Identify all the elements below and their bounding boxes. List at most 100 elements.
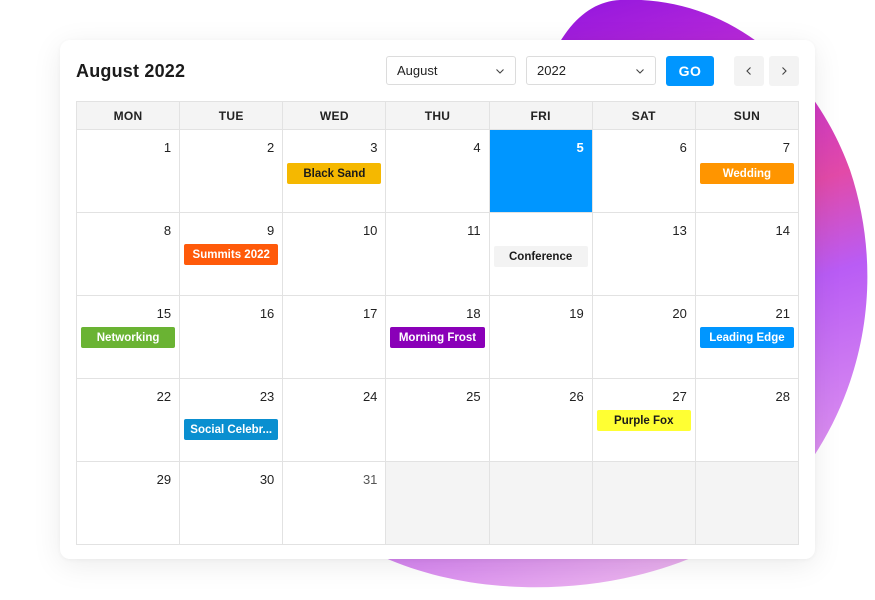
day-cell[interactable]: 4 (385, 129, 490, 213)
day-number: 31 (362, 472, 378, 487)
day-cell[interactable]: 22 (75, 378, 181, 462)
day-number: 10 (362, 223, 378, 238)
event-chip[interactable]: Leading Edge (699, 327, 794, 348)
event-chip[interactable]: Social Celebr... (184, 419, 279, 440)
day-cell[interactable]: 24 (282, 378, 387, 462)
day-cell[interactable]: 13 (591, 212, 696, 296)
day-cell[interactable]: 26 (488, 378, 593, 462)
empty-day-cell (694, 461, 800, 545)
day-number: 30 (259, 472, 275, 487)
calendar-grid: MON TUE WED THU FRI SAT SUN 1 2 3 Black San… (75, 101, 800, 545)
day-cell[interactable]: 7 Wedding (694, 129, 800, 213)
day-cell[interactable]: 16 (179, 295, 284, 379)
day-number: 20 (672, 306, 687, 321)
day-number: 21 (775, 306, 790, 321)
weekday-sun: SUN (694, 101, 800, 130)
day-cell[interactable]: Conference (488, 212, 593, 296)
day-number: 24 (362, 389, 378, 404)
weekday-header-row: MON TUE WED THU FRI SAT SUN (75, 101, 800, 130)
day-number: 29 (156, 472, 172, 487)
day-number: 9 (267, 223, 275, 238)
weekday-mon: MON (75, 101, 181, 130)
year-select[interactable]: 2022 (526, 56, 656, 85)
weekday-thu: THU (385, 101, 490, 130)
day-number: 27 (672, 389, 687, 404)
day-number: 17 (362, 306, 378, 321)
day-cell-today[interactable]: 5 (488, 129, 593, 213)
day-cell[interactable]: 2 (179, 129, 284, 213)
day-cell[interactable]: 14 (694, 212, 800, 296)
event-chip[interactable]: Purple Fox (596, 410, 691, 431)
day-cell[interactable]: 10 (282, 212, 387, 296)
chevron-right-icon (782, 67, 787, 75)
weekday-wed: WED (282, 101, 387, 130)
week-row: 22 23 Social Celebr... 24 25 26 27 Purple Fox 28 (75, 378, 800, 462)
empty-day-cell (591, 461, 696, 545)
day-number: 18 (466, 306, 481, 321)
day-cell[interactable]: 21 Leading Edge (694, 295, 800, 379)
day-number: 19 (569, 306, 584, 321)
day-cell[interactable]: 3 Black Sand (282, 129, 387, 213)
day-number: 22 (156, 389, 172, 404)
day-number: 25 (466, 389, 481, 404)
day-cell[interactable]: 18 Morning Frost (385, 295, 490, 379)
month-select[interactable]: August (386, 56, 516, 85)
day-cell[interactable]: 25 (385, 378, 490, 462)
day-number: 5 (576, 140, 584, 155)
day-number: 14 (775, 223, 790, 238)
day-cell[interactable]: 17 (282, 295, 387, 379)
year-select-value: 2022 (537, 63, 566, 78)
day-number: 28 (775, 389, 790, 404)
chevron-left-icon (746, 67, 751, 75)
week-row: 8 9 Summits 2022 10 11 Conference 13 14 (75, 212, 800, 296)
week-row: 29 30 31 (75, 461, 800, 545)
weekday-tue: TUE (179, 101, 284, 130)
day-cell[interactable]: 29 (75, 461, 181, 545)
event-chip[interactable]: Morning Frost (390, 327, 485, 348)
day-number: 7 (782, 140, 790, 155)
calendar-card: August 2022 August 2022 GO MON TUE WED T… (60, 40, 815, 559)
day-number: 1 (163, 140, 172, 155)
day-cell[interactable]: 19 (488, 295, 593, 379)
event-chip[interactable]: Conference (493, 246, 588, 267)
day-cell[interactable]: 27 Purple Fox (591, 378, 696, 462)
chevron-down-icon (636, 69, 644, 74)
empty-day-cell (488, 461, 593, 545)
empty-day-cell (385, 461, 490, 545)
next-month-button[interactable] (769, 56, 799, 86)
day-number: 11 (467, 223, 481, 238)
day-number: 3 (370, 140, 378, 155)
day-cell[interactable]: 9 Summits 2022 (179, 212, 284, 296)
day-number: 26 (569, 389, 584, 404)
event-chip[interactable]: Summits 2022 (184, 244, 279, 265)
day-cell[interactable]: 8 (75, 212, 181, 296)
day-number: 23 (259, 389, 275, 404)
day-number: 4 (473, 140, 481, 155)
event-chip[interactable]: Networking (81, 327, 176, 348)
day-cell[interactable]: 28 (694, 378, 800, 462)
day-cell[interactable]: 1 (75, 129, 181, 213)
day-number: 15 (156, 306, 172, 321)
calendar-title: August 2022 (76, 61, 186, 81)
month-select-value: August (397, 63, 438, 78)
day-cell[interactable]: 23 Social Celebr... (179, 378, 284, 462)
day-cell[interactable]: 15 Networking (75, 295, 181, 379)
day-cell[interactable]: 31 (282, 461, 387, 545)
day-number: 6 (679, 140, 687, 155)
day-number: 2 (267, 140, 275, 155)
week-row: 1 2 3 Black Sand 4 5 6 7 Wedding (75, 129, 800, 213)
chevron-down-icon (496, 69, 504, 74)
week-row: 15 Networking 16 17 18 Morning Frost 19 20 21 Lea… (75, 295, 800, 379)
day-number: 13 (672, 223, 687, 238)
event-chip[interactable]: Wedding (699, 163, 794, 184)
day-number: 16 (259, 306, 275, 321)
day-number: 8 (163, 223, 172, 238)
day-cell[interactable]: 6 (591, 129, 696, 213)
event-chip[interactable]: Black Sand (287, 163, 382, 184)
weekday-sat: SAT (591, 101, 696, 130)
day-cell[interactable]: 20 (591, 295, 696, 379)
go-button[interactable]: GO (666, 56, 714, 86)
prev-month-button[interactable] (734, 56, 764, 86)
day-cell[interactable]: 11 (385, 212, 490, 296)
day-cell[interactable]: 30 (179, 461, 284, 545)
